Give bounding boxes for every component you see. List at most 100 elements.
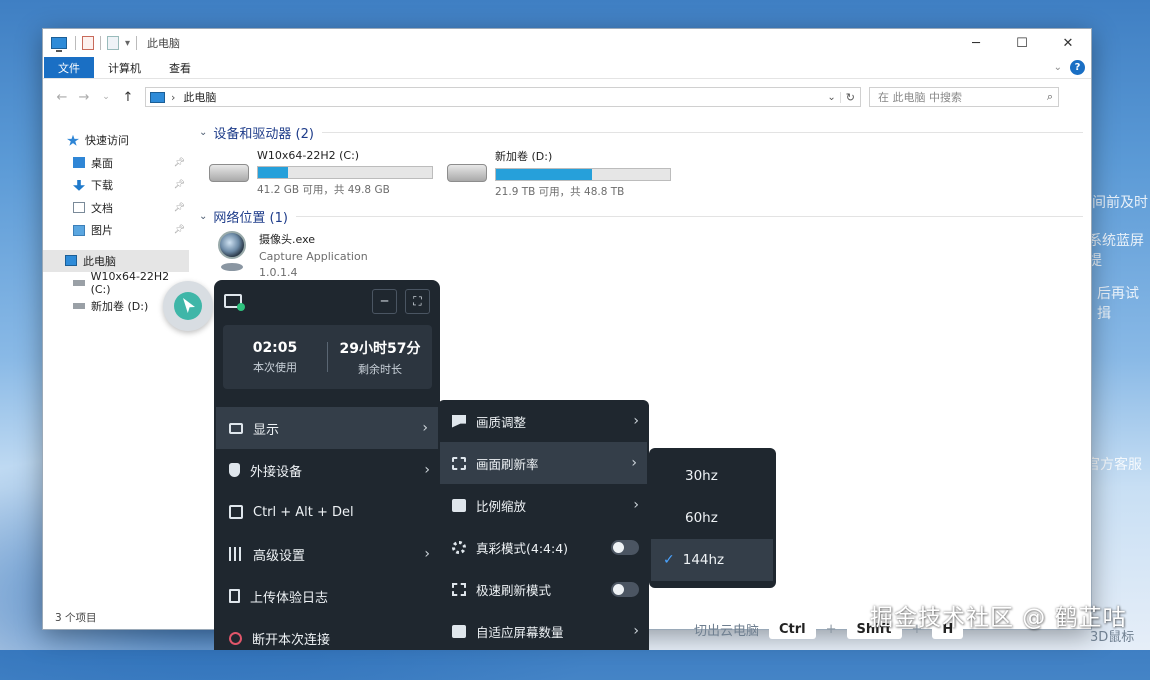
back-arrow-icon[interactable]: ←	[51, 90, 73, 105]
pin-icon[interactable]: 📌︎	[174, 158, 185, 168]
chevron-right-icon: ›	[422, 420, 428, 436]
help-icon[interactable]: ?	[1070, 60, 1085, 75]
refresh-rate-options: 30hz 60hz ✓ 144hz	[649, 448, 776, 588]
network-item-camera[interactable]: 摄像头.exe Capture Application 1.0.1.4	[199, 231, 1091, 279]
divider	[295, 215, 1083, 217]
menu-item-peripherals[interactable]: 外接设备 ›	[214, 449, 440, 491]
chevron-right-icon: ›	[424, 462, 430, 478]
breadcrumb-this-pc[interactable]: 此电脑	[183, 89, 216, 105]
download-icon	[73, 179, 85, 191]
divider	[136, 36, 138, 50]
submenu-item-label: 真彩模式(4:4:4)	[476, 540, 569, 556]
cloud-pc-control-panel: ─ ⛶ 02:05 本次使用 29小时57分 剩余时长 显示 › 外接设备 › …	[214, 280, 440, 650]
address-dropdown-icon[interactable]: ⌄	[823, 91, 841, 103]
group-header-devices[interactable]: ⌄ 设备和驱动器 (2)	[199, 121, 1091, 143]
disconnect-icon	[229, 631, 242, 645]
drive-name: 新加卷 (D:)	[495, 149, 553, 163]
sidebar-item-this-pc[interactable]: 此电脑	[43, 249, 189, 272]
drive-usage-fill	[258, 167, 288, 178]
submenu-item-label: 画质调整	[476, 414, 527, 430]
bg-text-2: 系统蓝屏提	[1088, 233, 1144, 269]
tab-computer[interactable]: 计算机	[94, 57, 155, 78]
tab-view[interactable]: 查看	[155, 57, 205, 78]
drive-usage-bar	[495, 167, 671, 181]
group-title: 设备和驱动器 (2)	[213, 126, 314, 142]
tab-file[interactable]: 文件	[44, 57, 94, 78]
hz-option-30[interactable]: 30hz	[649, 455, 776, 497]
minimize-button[interactable]: ─	[953, 29, 999, 57]
submenu-item-fast-refresh[interactable]: 极速刷新模式	[438, 568, 649, 610]
drive-icon	[73, 302, 85, 309]
menu-item-advanced-settings[interactable]: 高级设置 ›	[214, 533, 440, 575]
collapse-icon[interactable]: ⌄	[199, 127, 207, 138]
drive-name: W10x64-22H2 (C:)	[257, 149, 360, 162]
sidebar-item-label: 此电脑	[83, 254, 116, 268]
submenu-item-refresh-rate[interactable]: 画面刷新率 ›	[440, 442, 647, 484]
group-header-network[interactable]: ⌄ 网络位置 (1)	[199, 205, 1091, 227]
hard-drive-icon	[447, 164, 487, 182]
maximize-button[interactable]: ☐	[999, 29, 1045, 57]
minimize-panel-button[interactable]: ─	[372, 288, 397, 314]
hz-option-60[interactable]: 60hz	[649, 497, 776, 539]
collapse-icon[interactable]: ⌄	[199, 211, 207, 222]
submenu-item-true-color[interactable]: 真彩模式(4:4:4)	[438, 526, 649, 568]
network-item-version: 1.0.1.4	[259, 266, 298, 279]
close-button[interactable]: ✕	[1045, 29, 1091, 57]
menu-item-ctrl-alt-del[interactable]: Ctrl + Alt + Del	[214, 491, 440, 533]
sidebar-item-quick-access[interactable]: 快速访问	[43, 129, 189, 152]
new-folder-icon[interactable]	[107, 36, 119, 50]
computer-icon	[150, 91, 165, 103]
drive-c[interactable]: W10x64-22H2 (C:) 41.2 GB 可用，共 49.8 GB	[209, 149, 447, 197]
fast-refresh-icon	[452, 582, 466, 596]
computer-icon	[65, 255, 77, 267]
session-label: 本次使用	[253, 360, 297, 374]
navigation-pane: 快速访问 桌面 📌︎ 下载 📌︎ 文档 📌︎ 图片 📌︎ 此电脑 W10x64-…	[43, 115, 189, 609]
address-bar[interactable]: › 此电脑 ⌄ ↻	[145, 87, 861, 107]
recent-dropdown-icon[interactable]: ⌄	[95, 92, 117, 102]
network-item-name: 摄像头.exe	[259, 233, 316, 246]
menu-item-label: Ctrl + Alt + Del	[253, 504, 354, 520]
chevron-right-icon: ›	[633, 497, 639, 513]
submenu-item-scale[interactable]: 比例缩放 ›	[438, 484, 649, 526]
true-color-toggle[interactable]	[611, 539, 639, 555]
expand-ribbon-icon[interactable]: ⌄	[1054, 62, 1062, 73]
drives-list: W10x64-22H2 (C:) 41.2 GB 可用，共 49.8 GB 新加…	[199, 143, 1091, 203]
floating-cursor-button[interactable]	[163, 281, 213, 331]
fast-refresh-toggle[interactable]	[611, 581, 639, 597]
submenu-item-quality[interactable]: 画质调整 ›	[438, 400, 649, 442]
properties-icon[interactable]	[82, 36, 94, 50]
menu-item-disconnect[interactable]: 断开本次连接	[214, 617, 440, 659]
refresh-rate-icon	[452, 456, 466, 470]
drive-free-space: 41.2 GB 可用，共 49.8 GB	[257, 184, 390, 196]
refresh-icon[interactable]: ↻	[841, 91, 860, 104]
pin-icon[interactable]: 📌︎	[174, 225, 185, 235]
search-icon[interactable]: ⌕	[1047, 90, 1053, 104]
sidebar-item-pictures[interactable]: 图片 📌︎	[43, 219, 189, 242]
search-input[interactable]: 在 此电脑 中搜索 ⌕	[869, 87, 1059, 107]
panel-header: ─ ⛶	[214, 280, 440, 322]
sliders-icon	[229, 547, 243, 561]
fullscreen-button[interactable]: ⛶	[405, 288, 430, 314]
bg-text-1: 间前及时	[1092, 195, 1148, 211]
up-arrow-icon[interactable]: ↑	[117, 90, 139, 105]
shortcut-label: 切出云电脑	[694, 624, 760, 639]
menu-item-upload-log[interactable]: 上传体验日志	[214, 575, 440, 617]
status-bar: 3 个项目	[55, 612, 97, 624]
hz-option-144[interactable]: ✓ 144hz	[651, 539, 773, 581]
menu-item-label: 上传体验日志	[250, 590, 329, 606]
plus-icon: +	[825, 622, 837, 637]
customize-dropdown-icon[interactable]: ▾	[125, 38, 130, 49]
drive-usage-bar	[257, 166, 433, 179]
submenu-item-adaptive-screens[interactable]: 自适应屏幕数量 ›	[438, 610, 649, 652]
sidebar-item-documents[interactable]: 文档 📌︎	[43, 197, 189, 220]
menu-item-display[interactable]: 显示 ›	[216, 407, 438, 449]
pin-icon[interactable]: 📌︎	[174, 180, 185, 190]
breadcrumb-separator-icon[interactable]: ›	[171, 91, 175, 104]
pin-icon[interactable]: 📌︎	[174, 203, 185, 213]
drive-d[interactable]: 新加卷 (D:) 21.9 TB 可用，共 48.8 TB	[447, 148, 685, 199]
forward-arrow-icon[interactable]: →	[73, 90, 95, 105]
sidebar-item-downloads[interactable]: 下载 📌︎	[43, 174, 189, 197]
sidebar-item-desktop[interactable]: 桌面 📌︎	[43, 152, 189, 175]
drive-icon	[73, 280, 85, 287]
divider	[75, 36, 76, 50]
